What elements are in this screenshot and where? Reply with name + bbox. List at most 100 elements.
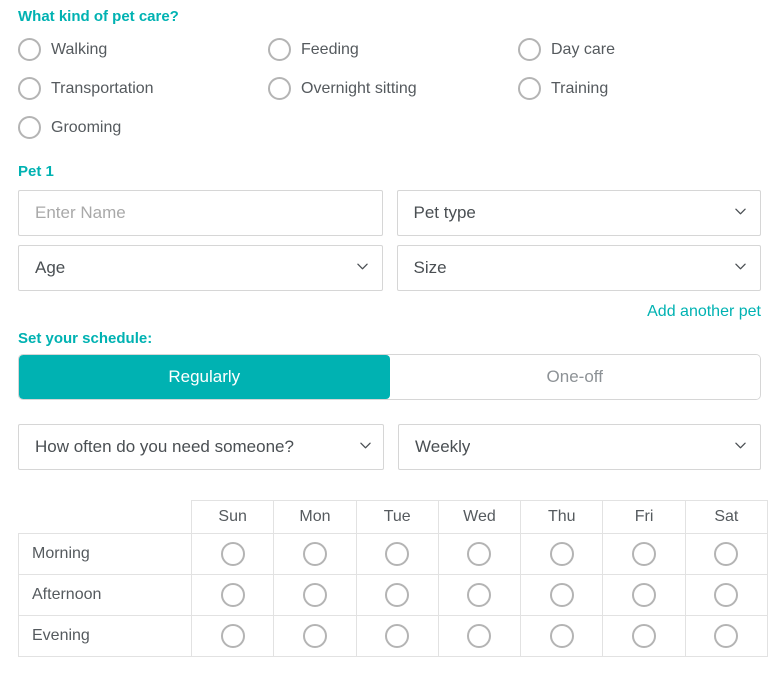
add-another-pet-link[interactable]: Add another pet <box>647 303 761 320</box>
care-option-overnight-sitting[interactable]: Overnight sitting <box>268 77 518 100</box>
slot-evening-mon[interactable] <box>273 615 357 657</box>
pet-size-select[interactable]: Size <box>396 245 761 291</box>
pet-care-options: Walking Feeding Day care Transportation … <box>18 30 761 147</box>
slot-morning-mon[interactable] <box>273 533 357 575</box>
toggle-regularly[interactable]: Regularly <box>19 355 390 399</box>
radio-icon[interactable] <box>467 624 492 648</box>
radio-icon[interactable] <box>302 624 327 648</box>
schedule-table-body: Morning Afternoon Evening <box>18 533 769 657</box>
schedule-table-head: Sun Mon Tue Wed Thu Fri Sat <box>18 500 769 534</box>
schedule-heading: Set your schedule: <box>18 330 153 347</box>
slot-afternoon-wed[interactable] <box>437 574 522 616</box>
day-header-tue: Tue <box>355 500 439 534</box>
radio-icon[interactable] <box>18 77 41 100</box>
day-header-mon: Mon <box>273 500 357 534</box>
pet-type-select[interactable]: Pet type <box>396 190 761 236</box>
radio-icon[interactable] <box>385 583 410 607</box>
slot-afternoon-sat[interactable] <box>684 574 769 616</box>
care-option-day-care[interactable]: Day care <box>518 38 761 61</box>
slot-afternoon-sun[interactable] <box>190 574 275 616</box>
radio-icon[interactable] <box>518 77 541 100</box>
schedule-type-toggle: Regularly One-off <box>18 354 761 400</box>
slot-afternoon-mon[interactable] <box>273 574 357 616</box>
pet-name-input[interactable]: Enter Name <box>18 190 383 236</box>
slot-evening-fri[interactable] <box>602 615 686 657</box>
slot-evening-thu[interactable] <box>520 615 604 657</box>
radio-icon[interactable] <box>18 38 41 61</box>
time-row-label-morning: Morning <box>18 533 192 575</box>
care-option-label: Walking <box>51 40 108 58</box>
radio-icon[interactable] <box>632 583 657 607</box>
radio-icon[interactable] <box>714 624 739 648</box>
chevron-down-icon <box>356 261 368 272</box>
time-row-label-afternoon: Afternoon <box>18 574 192 616</box>
slot-evening-wed[interactable] <box>437 615 522 657</box>
table-row: Afternoon <box>18 574 769 616</box>
pet-care-booking-form: What kind of pet care? Walking Feeding D… <box>0 0 779 697</box>
radio-icon[interactable] <box>632 624 657 648</box>
slot-morning-wed[interactable] <box>437 533 522 575</box>
frequency-select[interactable]: How often do you need someone? <box>18 424 384 470</box>
slot-afternoon-thu[interactable] <box>520 574 604 616</box>
radio-icon[interactable] <box>385 542 410 566</box>
chevron-down-icon <box>360 440 371 451</box>
care-option-grooming[interactable]: Grooming <box>18 116 268 139</box>
slot-evening-sat[interactable] <box>684 615 769 657</box>
radio-icon[interactable] <box>549 583 574 607</box>
slot-morning-sun[interactable] <box>190 533 275 575</box>
care-option-label: Grooming <box>51 118 122 136</box>
radio-icon[interactable] <box>18 116 41 139</box>
frequency-select-value: How often do you need someone? <box>35 437 294 456</box>
slot-afternoon-tue[interactable] <box>355 574 439 616</box>
slot-morning-sat[interactable] <box>684 533 769 575</box>
time-row-label-evening: Evening <box>18 615 192 657</box>
radio-icon[interactable] <box>549 542 574 566</box>
frequency-row: How often do you need someone? Weekly <box>18 424 761 470</box>
care-option-training[interactable]: Training <box>518 77 761 100</box>
care-option-label: Day care <box>551 40 616 58</box>
day-header-sat: Sat <box>684 500 769 534</box>
radio-icon[interactable] <box>302 542 327 566</box>
toggle-one-off[interactable]: One-off <box>389 355 760 399</box>
day-header-sun: Sun <box>190 500 275 534</box>
radio-icon[interactable] <box>467 583 492 607</box>
slot-morning-thu[interactable] <box>520 533 604 575</box>
slot-morning-fri[interactable] <box>602 533 686 575</box>
schedule-table-wrapper: Sun Mon Tue Wed Thu Fri Sat Morning Afte… <box>18 500 769 657</box>
pet-type-select-value: Pet type <box>413 203 476 222</box>
radio-icon[interactable] <box>220 624 245 648</box>
radio-icon[interactable] <box>549 624 574 648</box>
slot-evening-sun[interactable] <box>190 615 275 657</box>
period-select[interactable]: Weekly <box>398 424 761 470</box>
slot-morning-tue[interactable] <box>355 533 439 575</box>
radio-icon[interactable] <box>714 542 739 566</box>
radio-icon[interactable] <box>632 542 657 566</box>
pet-age-select[interactable]: Age <box>18 245 383 291</box>
slot-evening-tue[interactable] <box>355 615 439 657</box>
radio-icon[interactable] <box>220 583 245 607</box>
care-option-walking[interactable]: Walking <box>18 38 268 61</box>
schedule-table-header-row: Sun Mon Tue Wed Thu Fri Sat <box>18 500 769 534</box>
radio-icon[interactable] <box>467 542 492 566</box>
slot-afternoon-fri[interactable] <box>602 574 686 616</box>
period-select-value: Weekly <box>415 437 471 456</box>
radio-icon[interactable] <box>302 583 327 607</box>
care-option-label: Transportation <box>51 79 154 97</box>
schedule-table: Sun Mon Tue Wed Thu Fri Sat Morning Afte… <box>18 500 769 657</box>
schedule-table-corner <box>18 500 192 534</box>
pet-name-type-row: Enter Name Pet type <box>18 190 761 236</box>
radio-icon[interactable] <box>518 38 541 61</box>
chevron-down-icon <box>735 440 746 451</box>
radio-icon[interactable] <box>268 38 291 61</box>
pet-name-input-text: Enter Name <box>35 203 126 222</box>
radio-icon[interactable] <box>268 77 291 100</box>
pet-age-size-row: Age Size <box>18 245 761 291</box>
chevron-down-icon <box>735 206 746 217</box>
radio-icon[interactable] <box>220 542 245 566</box>
pet-size-select-value: Size <box>413 258 447 277</box>
care-option-feeding[interactable]: Feeding <box>268 38 518 61</box>
care-option-transportation[interactable]: Transportation <box>18 77 268 100</box>
radio-icon[interactable] <box>385 624 410 648</box>
radio-icon[interactable] <box>714 583 739 607</box>
add-another-pet-row: Add another pet <box>18 303 761 323</box>
